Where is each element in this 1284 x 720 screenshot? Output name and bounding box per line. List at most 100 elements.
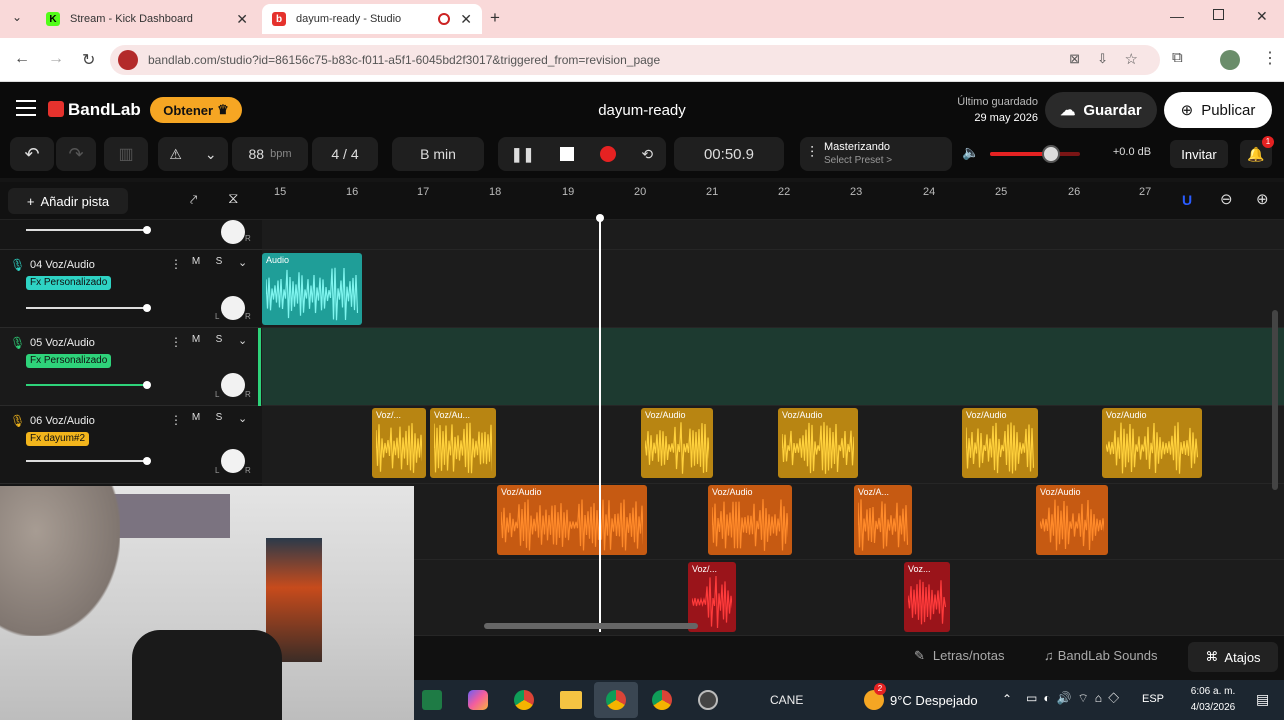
- quantize-icon[interactable]: ⧖: [228, 190, 239, 207]
- chevron-down-icon[interactable]: ⌄: [238, 334, 247, 347]
- fx-badge[interactable]: Fx Personalizado: [26, 354, 112, 368]
- reload-icon[interactable]: ↻: [82, 50, 95, 70]
- metronome-button[interactable]: ⚠ ⌄: [158, 137, 228, 171]
- chrome-profile-icon[interactable]: [606, 690, 626, 710]
- horizontal-scrollbar[interactable]: [484, 623, 698, 629]
- cast-icon[interactable]: ⊠: [1069, 51, 1080, 67]
- master-volume-slider[interactable]: [990, 145, 1080, 163]
- install-icon[interactable]: ⇩: [1097, 51, 1108, 67]
- redo-button[interactable]: ↷: [56, 137, 96, 171]
- undo-button[interactable]: ↶: [10, 137, 54, 171]
- playhead-handle[interactable]: [596, 214, 604, 222]
- audio-clip[interactable]: Voz/Audio: [1036, 485, 1108, 555]
- notification-center-icon[interactable]: ▤: [1256, 691, 1269, 708]
- shortcuts-button[interactable]: ⌘ Atajos: [1188, 642, 1278, 672]
- solo-button[interactable]: S: [209, 256, 229, 267]
- clock-date[interactable]: 4/03/2026: [1182, 702, 1244, 713]
- forward-icon[interactable]: →: [48, 50, 64, 68]
- track-name[interactable]: 06 Voz/Audio: [30, 415, 95, 427]
- chevron-down-icon[interactable]: ⌄: [205, 146, 217, 163]
- close-tab-icon[interactable]: ✕: [460, 11, 472, 28]
- track-lane-selected[interactable]: [262, 328, 1284, 406]
- publish-button[interactable]: ⊕ Publicar: [1164, 92, 1272, 128]
- file-explorer-icon[interactable]: [560, 691, 582, 709]
- audio-clip[interactable]: Voz/Audio: [962, 408, 1038, 478]
- back-icon[interactable]: ←: [14, 50, 30, 68]
- time-signature-field[interactable]: 4 / 4: [312, 137, 378, 171]
- audio-clip[interactable]: Voz...: [904, 562, 950, 632]
- fx-badge[interactable]: Fx dayum#2: [26, 432, 90, 446]
- track-menu-icon[interactable]: ⋮: [170, 413, 182, 427]
- audio-clip[interactable]: Voz/...: [372, 408, 426, 478]
- mute-button[interactable]: M: [186, 412, 206, 423]
- audio-clip[interactable]: Voz/A...: [854, 485, 912, 555]
- track-lane[interactable]: [262, 250, 1284, 328]
- close-tab-icon[interactable]: ✕: [236, 11, 248, 28]
- chevron-up-icon[interactable]: ⌃: [1002, 692, 1012, 706]
- pan-knob[interactable]: [221, 220, 245, 244]
- chevron-down-icon[interactable]: ⌄: [238, 412, 247, 425]
- track-menu-icon[interactable]: ⋮: [170, 335, 182, 349]
- browser-menu-icon[interactable]: ⋮: [1262, 48, 1278, 68]
- snap-magnet-icon[interactable]: U: [1182, 192, 1192, 208]
- volume-knob[interactable]: [1042, 145, 1061, 163]
- chrome-profile-icon[interactable]: [652, 690, 672, 710]
- solo-button[interactable]: S: [209, 334, 229, 345]
- get-premium-button[interactable]: Obtener ♛: [150, 97, 242, 123]
- fx-badge[interactable]: Fx Personalizado: [26, 276, 112, 290]
- volume-slider[interactable]: [26, 457, 151, 465]
- new-tab-icon[interactable]: +: [490, 8, 500, 28]
- language-indicator[interactable]: ESP: [1142, 693, 1164, 705]
- zoom-in-icon[interactable]: ⊕: [1256, 190, 1269, 208]
- add-track-button[interactable]: + Añadir pista: [8, 188, 128, 214]
- excel-icon[interactable]: [422, 690, 442, 710]
- project-title[interactable]: dayum-ready: [542, 102, 742, 119]
- track-header[interactable]: 🎙 04 Voz/Audio Fx Personalizado ⋮ M S ⌄ …: [0, 250, 262, 328]
- audio-clip[interactable]: Audio: [262, 253, 362, 325]
- mastering-button[interactable]: ⫶ Masterizando Select Preset >: [800, 137, 952, 171]
- site-info-icon[interactable]: [118, 50, 138, 70]
- bookmark-star-icon[interactable]: ☆: [1125, 50, 1138, 68]
- audio-clip[interactable]: Voz/...: [688, 562, 736, 632]
- maximize-icon[interactable]: [1213, 9, 1224, 20]
- solo-button[interactable]: S: [209, 412, 229, 423]
- audio-clip[interactable]: Voz/Au...: [430, 408, 496, 478]
- invite-button[interactable]: Invitar: [1170, 140, 1228, 168]
- mute-button[interactable]: M: [186, 256, 206, 267]
- automation-icon[interactable]: ⤤: [190, 192, 197, 208]
- stop-icon[interactable]: [560, 147, 574, 161]
- tab-kick[interactable]: K Stream - Kick Dashboard ✕: [36, 4, 258, 34]
- audio-clip[interactable]: Voz/Audio: [778, 408, 858, 478]
- zoom-out-icon[interactable]: ⊖: [1220, 190, 1233, 208]
- bandlab-sounds-button[interactable]: ♫ BandLab Sounds: [1044, 648, 1158, 663]
- key-field[interactable]: B min: [392, 137, 484, 171]
- track-menu-icon[interactable]: ⋮: [170, 257, 182, 271]
- lyrics-notes-button[interactable]: ✎ Letras/notas: [914, 648, 1004, 664]
- obs-icon[interactable]: [698, 690, 718, 710]
- mute-button[interactable]: M: [186, 334, 206, 345]
- loop-icon[interactable]: ⟲: [641, 146, 653, 163]
- audio-clip[interactable]: Voz/Audio: [1102, 408, 1202, 478]
- tab-list-chevron-icon[interactable]: ⌄: [12, 10, 22, 24]
- copilot-icon[interactable]: [468, 690, 488, 710]
- hamburger-menu-icon[interactable]: [16, 100, 36, 116]
- chevron-down-icon[interactable]: ⌄: [238, 256, 247, 269]
- playhead[interactable]: [599, 218, 601, 632]
- url-field[interactable]: bandlab.com/studio?id=86156c75-b83c-f011…: [110, 45, 1160, 75]
- pan-knob[interactable]: [221, 296, 245, 320]
- audio-clip[interactable]: Voz/Audio: [708, 485, 792, 555]
- audio-clip[interactable]: Voz/Audio: [497, 485, 647, 555]
- record-icon[interactable]: [599, 146, 616, 162]
- speaker-icon[interactable]: 🔈: [962, 144, 979, 161]
- audio-clip[interactable]: Voz/Audio: [641, 408, 713, 478]
- vertical-scrollbar[interactable]: [1272, 310, 1278, 490]
- save-button[interactable]: ☁ Guardar: [1045, 92, 1157, 128]
- track-header[interactable]: 🎙 05 Voz/Audio Fx Personalizado ⋮ M S ⌄ …: [0, 328, 262, 406]
- pan-knob[interactable]: [221, 449, 245, 473]
- minimize-icon[interactable]: —: [1170, 8, 1184, 24]
- track-lane[interactable]: [262, 220, 1284, 250]
- track-header[interactable]: 🎙 06 Voz/Audio Fx dayum#2 ⋮ M S ⌄ L R: [0, 406, 262, 484]
- track-name[interactable]: 05 Voz/Audio: [30, 337, 95, 349]
- chrome-icon[interactable]: [514, 690, 534, 710]
- volume-slider[interactable]: [26, 226, 151, 234]
